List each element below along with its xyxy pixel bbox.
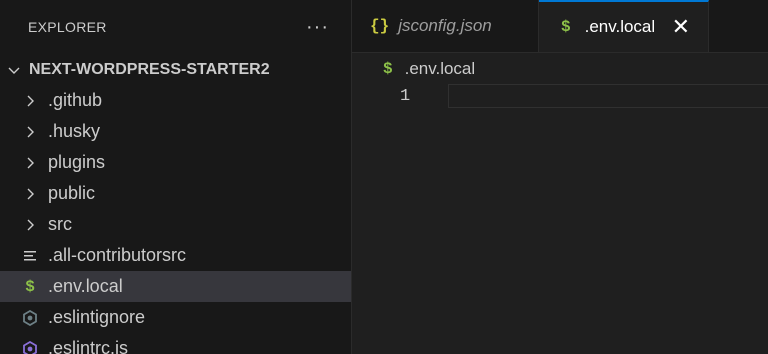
tree-item-label: .env.local [48, 276, 123, 296]
current-line-highlight[interactable] [448, 84, 768, 108]
tab-jsconfig[interactable]: {} jsconfig.json [352, 0, 539, 52]
tree-item-husky[interactable]: .husky [0, 116, 351, 147]
breadcrumb-label: .env.local [404, 59, 476, 78]
tree-item-label: src [48, 214, 72, 234]
chevron-right-icon [27, 126, 34, 137]
eslint-icon [23, 340, 37, 354]
explorer-sidebar: EXPLORER ··· NEXT-WORDPRESS-STARTER2 .gi… [0, 0, 352, 354]
tab-label: .env.local [584, 17, 656, 36]
workspace-root-folder[interactable]: NEXT-WORDPRESS-STARTER2 [0, 54, 351, 85]
dollar-icon: $ [383, 60, 393, 78]
tab-label: jsconfig.json [398, 16, 492, 35]
tree-item-eslintrc[interactable]: .eslintrc.js [0, 333, 351, 354]
explorer-header: EXPLORER ··· [0, 0, 351, 54]
tree-item-plugins[interactable]: plugins [0, 147, 351, 178]
close-icon[interactable]: ✕ [672, 16, 690, 38]
tree-item-label: .github [48, 90, 103, 110]
tree-item-label: plugins [48, 152, 106, 172]
tree-item-label: .eslintrc.js [48, 338, 129, 354]
more-actions-icon[interactable]: ··· [306, 17, 329, 37]
tree-item-env-local[interactable]: $ .env.local [0, 271, 351, 302]
dollar-icon: $ [25, 277, 35, 296]
tree-item-all-contributorsrc[interactable]: .all-contributorsrc [0, 240, 351, 271]
tree-item-github[interactable]: .github [0, 85, 351, 116]
tree-item-public[interactable]: public [0, 178, 351, 209]
chevron-right-icon [27, 188, 34, 199]
tree-item-label: .all-contributorsrc [48, 245, 187, 265]
chevron-right-icon [27, 219, 34, 230]
editor-line[interactable]: 1 [352, 84, 768, 110]
tab-env-local[interactable]: $ .env.local ✕ [539, 0, 709, 52]
workspace-root-label: NEXT-WORDPRESS-STARTER2 [29, 60, 270, 78]
line-number: 1 [400, 87, 411, 106]
chevron-right-icon [27, 157, 34, 168]
tree-item-label: .eslintignore [48, 307, 146, 327]
chevron-down-icon [8, 67, 20, 74]
lines-file-icon [24, 250, 36, 260]
tree-item-label: .husky [48, 121, 101, 141]
eslint-ignore-icon [23, 309, 37, 326]
editor-tab-bar: {} jsconfig.json $ .env.local ✕ [352, 0, 768, 53]
tree-item-src[interactable]: src [0, 209, 351, 240]
tree-item-label: public [48, 183, 96, 203]
breadcrumb[interactable]: $ .env.local [383, 58, 475, 80]
dollar-icon: $ [561, 18, 571, 36]
json-braces-icon: {} [370, 17, 390, 35]
explorer-title: EXPLORER [28, 19, 107, 35]
tree-item-eslintignore[interactable]: .eslintignore [0, 302, 351, 333]
chevron-right-icon [27, 95, 34, 106]
